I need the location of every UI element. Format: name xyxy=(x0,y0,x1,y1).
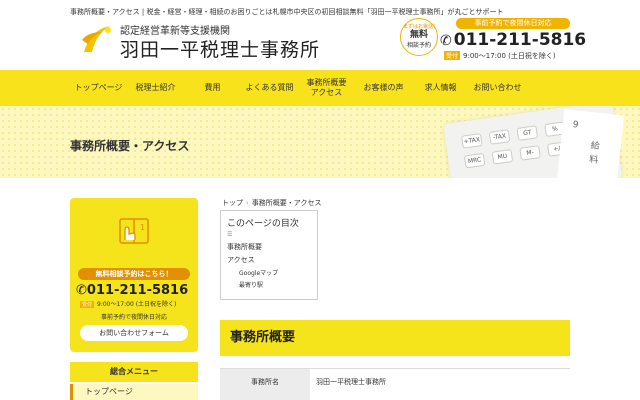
global-nav: トップページ 税理士紹介 費用 よくある質問 事務所概要アクセス お客様の声 求… xyxy=(0,70,640,106)
nav-item-fees[interactable]: 費用 xyxy=(184,70,241,106)
breadcrumb-separator-icon: › xyxy=(246,199,249,207)
paper-char: 給 xyxy=(590,141,601,152)
badge-sub-text: 相談予約 xyxy=(406,42,431,49)
toc-title: このページの目次 xyxy=(227,219,299,229)
cta-phone-text: 011-211-5816 xyxy=(86,283,189,298)
page-hero: +TAX -TAX GT % MRC MU M- +/- 9 給 料 事務所概要… xyxy=(0,106,640,178)
logo-swoosh-icon xyxy=(82,26,111,52)
table-row: 事務所名 羽田一平税理士事務所 xyxy=(220,368,570,400)
sidebar-item-top[interactable]: トップページ xyxy=(70,384,198,400)
cta-phone-number[interactable]: ✆011-211-5816 xyxy=(76,283,188,298)
breadcrumb-current: 事務所概要・アクセス xyxy=(251,199,322,207)
nav-item-jobs[interactable]: 求人情報 xyxy=(412,70,469,106)
paper-slip-image: 9 給 料 xyxy=(555,109,625,178)
nav-item-profile[interactable]: 税理士紹介 xyxy=(127,70,184,106)
nav-item-testimonials[interactable]: お客様の声 xyxy=(355,70,412,106)
hours-tag: 受付 xyxy=(444,51,461,60)
toc-item-overview[interactable]: 事務所概要 xyxy=(227,242,311,252)
header-hours: 受付 9:00～17:00 (土日祝を除く) xyxy=(444,51,556,61)
logo-name: 羽田一平税理士事務所 xyxy=(120,39,321,61)
calc-key: -TAX xyxy=(488,129,511,145)
toc-item-access[interactable]: アクセス xyxy=(227,255,311,265)
calc-key: MRC xyxy=(463,152,486,169)
calc-key: M- xyxy=(519,145,541,161)
header-reservation-note: 事前予約で夜間休日対応 xyxy=(456,18,570,29)
paper-char: 9 xyxy=(572,120,579,131)
cta-reservation-note: 事前予約で夜間休日対応 xyxy=(100,314,167,321)
header-phone-text: 011-211-5816 xyxy=(453,30,587,50)
nav-item-access[interactable]: 事務所概要アクセス xyxy=(298,70,355,106)
book-number: 1 xyxy=(140,223,145,232)
calc-key: +TAX xyxy=(461,133,483,149)
info-label: 事務所名 xyxy=(220,369,310,400)
badge-main-text: 無料 xyxy=(409,30,428,40)
breadcrumb-home-link[interactable]: トップ xyxy=(222,199,243,207)
cta-hours: 受付 9:00～17:00 (土日祝を除く) xyxy=(80,299,176,308)
nav-item-top[interactable]: トップページ xyxy=(70,70,127,106)
header-hours-text: 9:00～17:00 (土日祝を除く) xyxy=(463,52,556,60)
sidebar-contact-banner[interactable]: 1 無料相談予約はこちら！ ✆011-211-5816 受付 9:00～17:00… xyxy=(70,198,198,352)
contact-form-button[interactable]: お問い合わせフォーム xyxy=(80,325,188,341)
free-consult-badge: まずはお電話! 無料 相談予約 xyxy=(400,18,438,56)
site-logo[interactable]: 認定経営革新等支援機関 羽田一平税理士事務所 xyxy=(80,20,321,61)
toc-subitem-map[interactable]: Googleマップ xyxy=(239,268,311,277)
table-of-contents: このページの目次 ☰ 事務所概要 アクセス Googleマップ 最寄り駅 xyxy=(220,210,318,300)
calc-key: GT xyxy=(516,125,539,141)
badge-top-text: まずはお電話! xyxy=(402,24,435,30)
cta-heading: 無料相談予約はこちら！ xyxy=(78,268,190,280)
page-title: 事務所概要・アクセス xyxy=(70,139,190,153)
site-tagline: 事務所概要・アクセス | 税金・経営・経理・相続のお困りごとは札幌市中央区の初回… xyxy=(70,8,504,16)
section-heading-overview: 事務所概要 xyxy=(220,320,570,356)
phone-icon: ✆ xyxy=(76,283,87,298)
nav-item-contact[interactable]: お問い合わせ xyxy=(469,70,526,106)
book-hand-icon: 1 xyxy=(119,218,149,244)
paper-char: 料 xyxy=(588,154,599,166)
phone-icon: ✆ xyxy=(440,33,452,49)
toc-subitem-station[interactable]: 最寄り駅 xyxy=(239,280,311,289)
cta-hours-text: 9:00～17:00 (土日祝を除く) xyxy=(97,301,177,308)
calc-key: MU xyxy=(491,148,514,165)
hours-tag: 受付 xyxy=(80,301,95,308)
sidebar-menu-heading: 総合メニュー xyxy=(70,362,198,382)
nav-item-faq[interactable]: よくある質問 xyxy=(241,70,298,106)
info-value: 羽田一平税理士事務所 xyxy=(316,378,386,386)
breadcrumb: トップ › 事務所概要・アクセス xyxy=(222,198,321,208)
header-phone-number[interactable]: ✆ 011-211-5816 xyxy=(440,30,586,50)
toc-toggle-icon[interactable]: ☰ xyxy=(227,231,311,238)
